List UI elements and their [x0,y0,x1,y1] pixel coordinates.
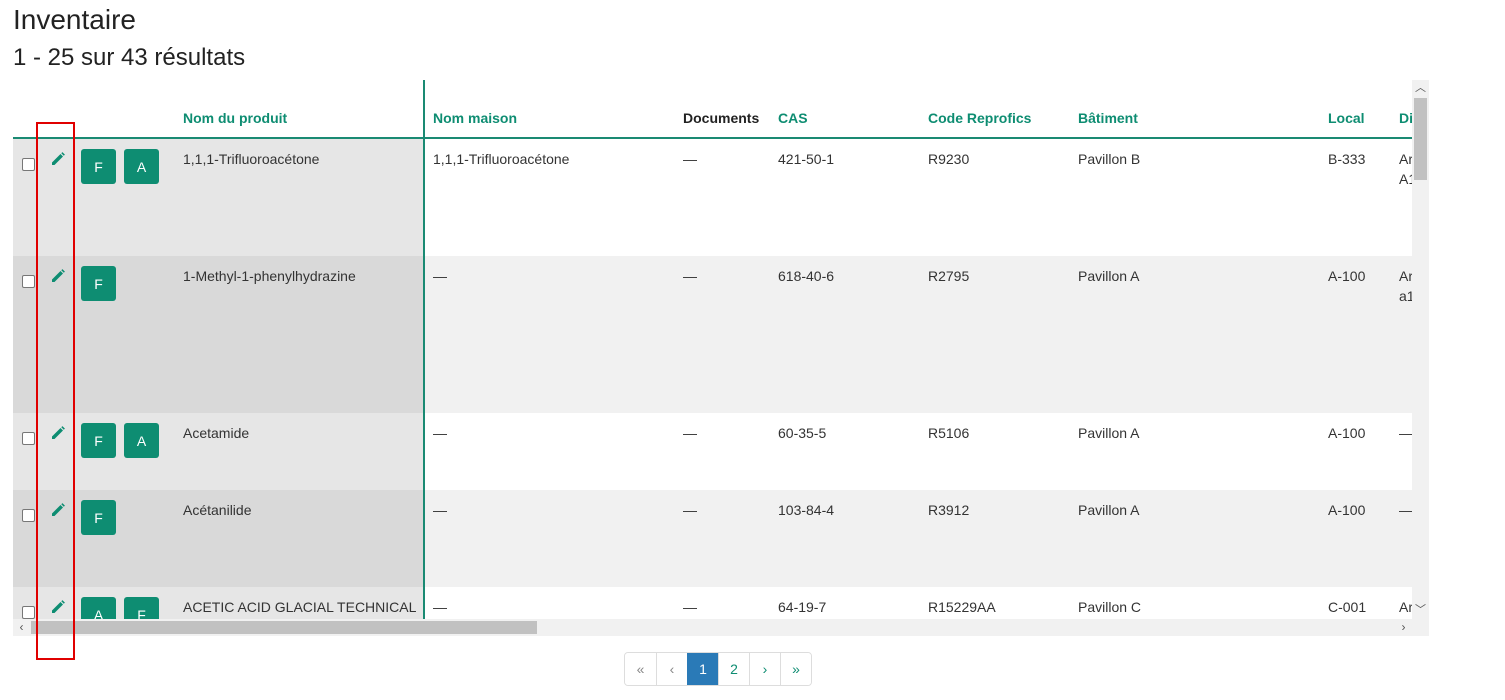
cell-product-name[interactable]: 1-Methyl-1-phenylhydrazine [183,268,356,284]
cell-reprofics: R2795 [928,268,970,284]
table-row: F Acétanilide — — 103-84-4 R3912 Pavillon A A-1… [13,490,1412,588]
cell-extra-line2: a1 [1399,288,1412,304]
column-header-reprofics[interactable]: Code Reprofics [928,110,1031,126]
tag-button[interactable]: A [124,149,159,184]
cell-building: Pavillon B [1078,151,1141,167]
cell-house-name: — [433,268,447,284]
cell-building: Pavillon A [1078,268,1140,284]
pagination: « ‹ 1 2 › » [624,652,812,686]
tag-button[interactable]: F [81,500,116,535]
inventory-table: Nom du produit Nom maison Documents CAS … [13,80,1412,619]
tag-button[interactable]: F [124,597,159,619]
scroll-left-icon[interactable]: ‹ [13,619,30,636]
tag-button[interactable]: A [124,423,159,458]
scroll-up-icon[interactable]: ︿ [1412,80,1429,97]
cell-reprofics: R15229AA [928,599,996,615]
cell-house-name: 1,1,1-Trifluoroacétone [433,151,570,167]
cell-extra-line1: — [1399,425,1412,441]
cell-product-name[interactable]: Acétanilide [183,502,252,518]
cell-cas: 618-40-6 [778,268,835,284]
page-2-button[interactable]: 2 [718,653,749,685]
pinned-column-divider [423,80,425,619]
cell-cas: 421-50-1 [778,151,835,167]
last-page-button[interactable]: » [780,653,811,685]
tag-button[interactable]: A [81,597,116,619]
cell-local: A-100 [1328,425,1366,441]
cell-building: Pavillon C [1078,599,1142,615]
row-checkbox[interactable] [22,432,35,445]
cell-documents: — [683,151,697,167]
cell-product-name[interactable]: Acetamide [183,425,249,441]
cell-extra-line1: — [1399,502,1412,518]
cell-house-name: — [433,502,447,518]
cell-cas: 103-84-4 [778,502,835,518]
pencil-icon[interactable] [50,502,66,518]
cell-extra-line2: A1 [1399,171,1412,187]
vertical-scrollbar[interactable]: ︿ ﹀ [1412,80,1429,619]
cell-documents: — [683,425,697,441]
horizontal-scroll-thumb[interactable] [31,621,537,634]
cell-extra-line1: Ar [1399,268,1412,284]
cell-product-name[interactable]: 1,1,1-Trifluoroacétone [183,151,319,167]
cell-cas: 60-35-5 [778,425,827,441]
table-row: F 1-Methyl-1-phenylhydrazine — — 618-40-6 R27… [13,256,1412,414]
row-checkbox[interactable] [22,509,35,522]
previous-page-button[interactable]: ‹ [656,653,687,685]
row-checkbox[interactable] [22,275,35,288]
cell-house-name: — [433,599,447,615]
scroll-right-icon[interactable]: › [1395,619,1412,636]
pencil-icon[interactable] [50,268,66,284]
table-header: Nom du produit Nom maison Documents CAS … [13,80,1412,139]
column-header-cas[interactable]: CAS [778,110,808,126]
cell-building: Pavillon A [1078,502,1140,518]
column-header-next[interactable]: Di [1399,110,1412,126]
result-count: 1 - 25 sur 43 résultats [13,44,246,71]
scroll-down-icon[interactable]: ﹀ [1412,602,1429,619]
vertical-scroll-thumb[interactable] [1414,98,1427,180]
pencil-icon[interactable] [50,425,66,441]
cell-local: A-100 [1328,502,1366,518]
first-page-button[interactable]: « [625,653,656,685]
column-header-house-name[interactable]: Nom maison [433,110,517,126]
tag-button[interactable]: F [81,149,116,184]
cell-local: C-001 [1328,599,1367,615]
cell-local: A-100 [1328,268,1366,284]
cell-extra-line1: Ar [1399,151,1412,167]
table-row: A F ACETIC ACID GLACIAL TECHNICAL — — 64-19-7… [13,587,1412,619]
page-1-button[interactable]: 1 [687,653,718,685]
cell-building: Pavillon A [1078,425,1140,441]
tag-button[interactable]: F [81,266,116,301]
cell-cas: 64-19-7 [778,599,827,615]
cell-house-name: — [433,425,447,441]
table-row: F A 1,1,1-Trifluoroacétone 1,1,1-Trifluoroa… [13,139,1412,257]
tag-button[interactable]: F [81,423,116,458]
cell-extra-line1: Ar [1399,599,1412,615]
cell-reprofics: R3912 [928,502,970,518]
pencil-icon[interactable] [50,151,66,167]
next-page-button[interactable]: › [749,653,780,685]
cell-documents: — [683,502,697,518]
cell-reprofics: R5106 [928,425,970,441]
horizontal-scrollbar[interactable]: ‹ › [13,619,1429,636]
row-checkbox[interactable] [22,606,35,619]
cell-local: B-333 [1328,151,1366,167]
column-header-building[interactable]: Bâtiment [1078,110,1138,126]
pencil-icon[interactable] [50,599,66,615]
column-header-local[interactable]: Local [1328,110,1365,126]
cell-documents: — [683,268,697,284]
column-header-product-name[interactable]: Nom du produit [183,110,287,126]
cell-reprofics: R9230 [928,151,970,167]
cell-product-name[interactable]: ACETIC ACID GLACIAL TECHNICAL [183,599,416,615]
row-checkbox[interactable] [22,158,35,171]
cell-documents: — [683,599,697,615]
table-row: F A Acetamide — — 60-35-5 R5106 Pavillon A A-100… [13,413,1412,491]
page-title: Inventaire [13,4,136,35]
column-header-documents: Documents [683,110,760,126]
